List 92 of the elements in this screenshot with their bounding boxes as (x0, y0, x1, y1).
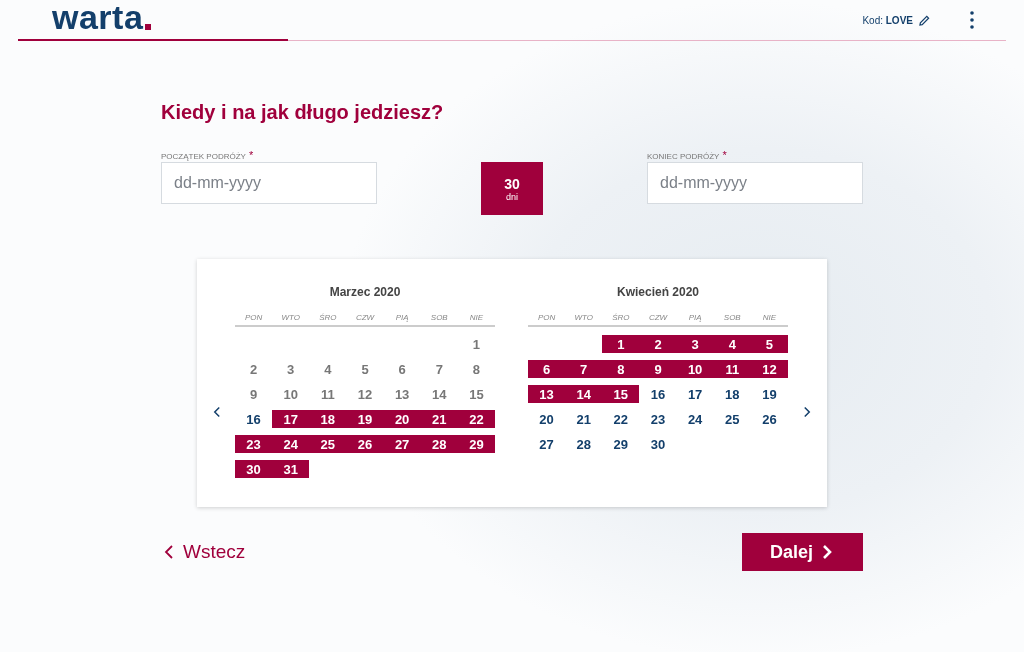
weekday-label: WTO (280, 313, 301, 322)
weekday-label: ŚRO (318, 313, 338, 322)
calendar-day[interactable]: 21 (565, 410, 603, 428)
calendar-day[interactable]: 6 (383, 360, 421, 378)
field-label: KONIEC PODRÓŻY (647, 152, 720, 161)
selected-day[interactable]: 6 (528, 360, 566, 378)
selected-day[interactable]: 22 (457, 410, 495, 428)
selected-day[interactable]: 7 (565, 360, 603, 378)
warta-logo[interactable]: warta (52, 0, 152, 34)
calendar-day[interactable]: 11 (309, 385, 347, 403)
calendar-day[interactable]: 8 (457, 360, 495, 378)
start-date-field[interactable]: dd-mm-yyyy (161, 162, 377, 204)
selected-day[interactable]: 19 (346, 410, 384, 428)
pencil-icon[interactable] (919, 14, 930, 26)
weekday-label: SOB (722, 313, 742, 322)
calendar-day[interactable]: 3 (272, 360, 310, 378)
calendar-day[interactable]: 30 (639, 435, 677, 453)
selected-day[interactable]: 30 (235, 460, 273, 478)
weekday-label: PON (536, 313, 557, 322)
selected-day[interactable]: 21 (420, 410, 458, 428)
calendar-day[interactable]: 20 (528, 410, 566, 428)
code-label: Kod: LOVE (862, 14, 913, 26)
selected-day[interactable]: 11 (713, 360, 751, 378)
month-title: Marzec 2020 (328, 285, 402, 299)
selected-day[interactable]: 3 (676, 335, 714, 353)
selected-day[interactable]: 13 (528, 385, 566, 403)
weekday-label: NIE (761, 313, 778, 322)
selected-day[interactable]: 29 (457, 435, 495, 453)
calendar-day[interactable]: 15 (457, 385, 495, 403)
calendar-day[interactable]: 28 (565, 435, 603, 453)
calendar-day[interactable]: 5 (346, 360, 384, 378)
calendar-day[interactable]: 27 (528, 435, 566, 453)
selected-day[interactable]: 12 (750, 360, 788, 378)
selected-day[interactable]: 5 (750, 335, 788, 353)
selected-day[interactable]: 25 (309, 435, 347, 453)
calendar-day[interactable]: 16 (235, 410, 273, 428)
selected-day[interactable]: 24 (272, 435, 310, 453)
calendar-day[interactable]: 1 (457, 335, 495, 353)
calendar-day[interactable]: 24 (676, 410, 714, 428)
calendar-day[interactable]: 18 (713, 385, 751, 403)
page-title: Kiedy i na jak długo jedziesz? (161, 101, 445, 124)
more-menu-icon[interactable] (970, 11, 974, 29)
weekday-label: SOB (429, 313, 449, 322)
weekday-label: ŚRO (611, 313, 631, 322)
calendar-day[interactable]: 4 (309, 360, 347, 378)
selected-day[interactable]: 27 (383, 435, 421, 453)
weekday-label: PIĄ (394, 313, 410, 322)
duration-unit: dni (506, 191, 518, 202)
selected-day[interactable]: 1 (602, 335, 640, 353)
selected-day[interactable]: 20 (383, 410, 421, 428)
calendar-day[interactable]: 29 (602, 435, 640, 453)
calendar-day[interactable]: 10 (272, 385, 310, 403)
calendar-day[interactable]: 16 (639, 385, 677, 403)
selected-day[interactable]: 31 (272, 460, 310, 478)
selected-day[interactable]: 2 (639, 335, 677, 353)
back-link[interactable]: Wstecz (161, 541, 246, 563)
weekday-label: CZW (354, 313, 376, 322)
month-title: Kwiecień 2020 (615, 285, 701, 299)
weekday-label: CZW (647, 313, 669, 322)
selected-day[interactable]: 14 (565, 385, 603, 403)
weekday-label: PON (243, 313, 264, 322)
selected-day[interactable]: 17 (272, 410, 310, 428)
calendar-day[interactable]: 19 (750, 385, 788, 403)
calendar-day[interactable]: 22 (602, 410, 640, 428)
calendar-day[interactable]: 25 (713, 410, 751, 428)
calendar-day[interactable]: 13 (383, 385, 421, 403)
calendar-day[interactable]: 23 (639, 410, 677, 428)
duration-value: 30 (504, 175, 520, 192)
selected-day[interactable]: 9 (639, 360, 677, 378)
calendar-day[interactable]: 14 (420, 385, 458, 403)
selected-day[interactable]: 26 (346, 435, 384, 453)
weekday-label: NIE (468, 313, 485, 322)
required-mark: * (722, 150, 727, 161)
next-button[interactable]: Dalej (742, 533, 863, 571)
calendar-day[interactable]: 9 (235, 385, 273, 403)
calendar-day[interactable]: 26 (750, 410, 788, 428)
weekday-label: PIĄ (687, 313, 703, 322)
weekday-label: WTO (573, 313, 594, 322)
end-date-field[interactable]: dd-mm-yyyy (647, 162, 863, 204)
selected-day[interactable]: 28 (420, 435, 458, 453)
field-label: POCZĄTEK PODRÓŻY (161, 152, 246, 161)
selected-day[interactable]: 18 (309, 410, 347, 428)
selected-day[interactable]: 10 (676, 360, 714, 378)
calendar-day[interactable]: 12 (346, 385, 384, 403)
calendar-day[interactable]: 2 (235, 360, 273, 378)
calendar-day[interactable]: 7 (420, 360, 458, 378)
selected-day[interactable]: 15 (602, 385, 640, 403)
selected-day[interactable]: 23 (235, 435, 273, 453)
selected-day[interactable]: 4 (713, 335, 751, 353)
selected-day[interactable]: 8 (602, 360, 640, 378)
required-mark: * (248, 150, 254, 161)
calendar-day[interactable]: 17 (676, 385, 714, 403)
